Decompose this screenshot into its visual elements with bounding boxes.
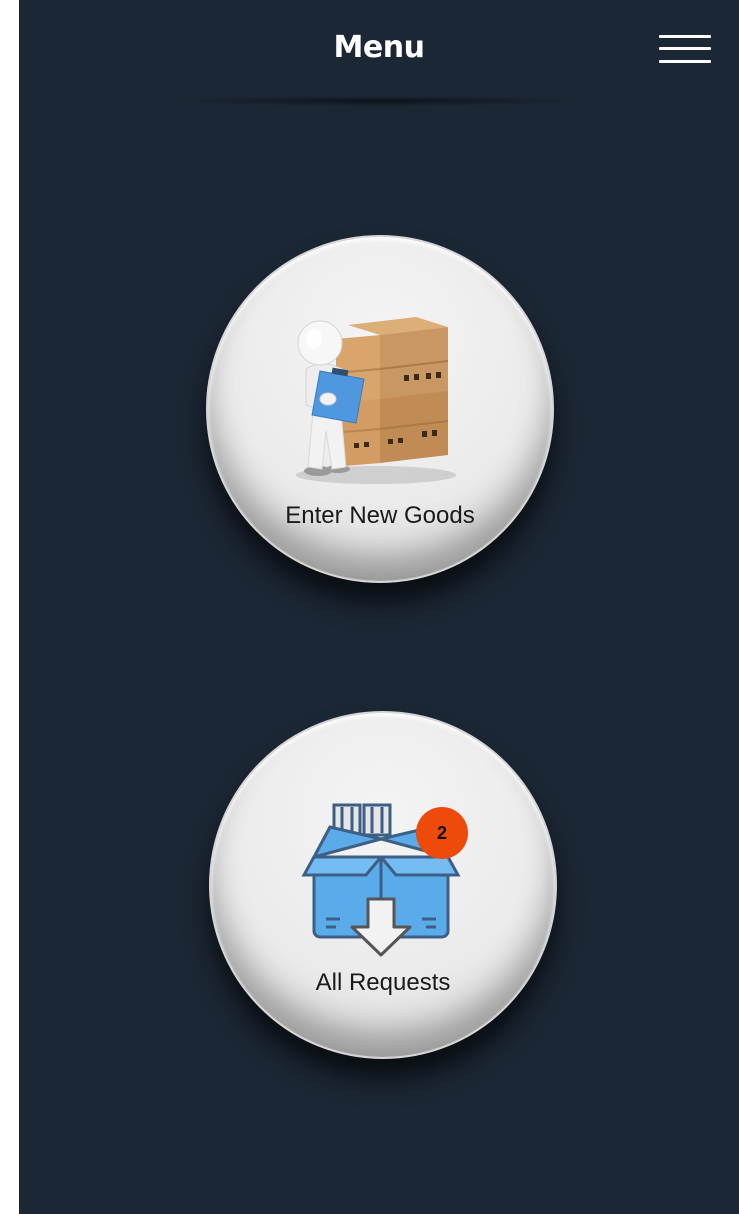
all-requests-label: All Requests bbox=[315, 969, 451, 996]
hamburger-menu-icon[interactable] bbox=[659, 33, 711, 65]
title-underline-shadow bbox=[179, 96, 579, 106]
enter-new-goods-label: Enter New Goods bbox=[285, 502, 475, 529]
enter-new-goods-button[interactable]: Enter New Goods bbox=[206, 235, 554, 583]
page-title: Menu bbox=[333, 30, 425, 65]
person-with-boxes-clipboard-icon bbox=[296, 317, 456, 484]
requests-count-badge: 2 bbox=[416, 807, 468, 859]
app-screen: Menu Enter New Goods 2 All Requests bbox=[19, 0, 739, 1214]
header-bar: Menu bbox=[19, 0, 739, 106]
all-requests-button[interactable]: 2 All Requests bbox=[209, 711, 557, 1059]
